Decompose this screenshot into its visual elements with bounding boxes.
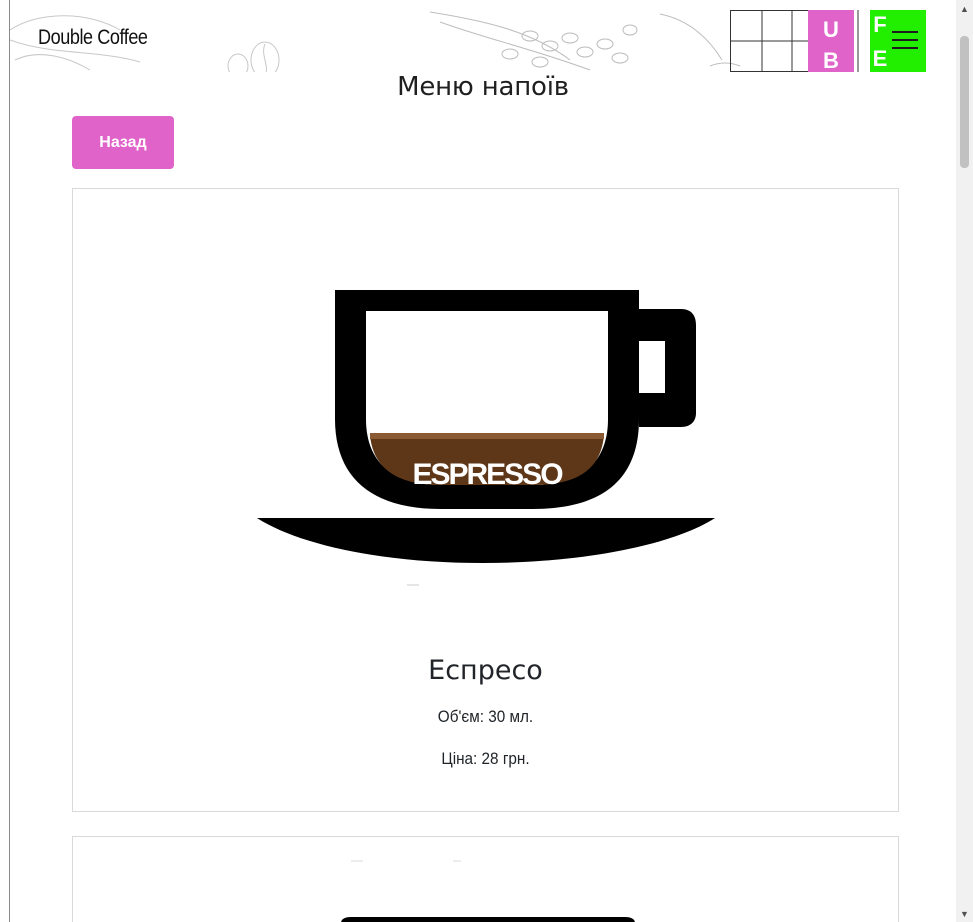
hamburger-icon-bar xyxy=(892,39,918,41)
logo-letter-b: B xyxy=(823,48,839,72)
product-volume: Об'єм: 30 мл. xyxy=(437,707,534,726)
hamburger-icon-bar xyxy=(892,47,918,49)
page-title: Меню напоїв xyxy=(397,72,569,102)
product-card[interactable] xyxy=(72,836,899,922)
back-button[interactable]: Назад xyxy=(72,116,174,169)
espresso-cup-image: ESPRESSO xyxy=(257,290,715,586)
logo-letter-e: E xyxy=(873,46,888,71)
logo-letter-f: F xyxy=(873,12,886,37)
window-border xyxy=(9,0,10,922)
arrow-up-icon[interactable]: ▲ xyxy=(956,0,973,17)
logo-letter-u: U xyxy=(823,17,839,42)
site-header: Double Coffee U B F E xyxy=(10,0,956,72)
product-image xyxy=(341,860,635,922)
product-price: Ціна: 28 грн. xyxy=(441,749,530,768)
vertical-scrollbar[interactable]: ▲ ▼ xyxy=(956,0,973,922)
scrollbar-thumb[interactable] xyxy=(960,36,969,168)
product-name: Еспресо xyxy=(428,655,543,686)
cup-label: ESPRESSO xyxy=(412,458,563,491)
hamburger-icon xyxy=(892,31,918,33)
product-card[interactable]: ESPRESSO Еспресо Об'єм: 30 мл. Ціна: 28 … xyxy=(72,188,899,812)
arrow-down-icon[interactable]: ▼ xyxy=(956,905,973,922)
page: Double Coffee U B F E Меню напоїв Назад … xyxy=(0,0,973,922)
hamburger-menu-button[interactable] xyxy=(888,24,922,54)
site-brand[interactable]: Double Coffee xyxy=(38,26,148,50)
